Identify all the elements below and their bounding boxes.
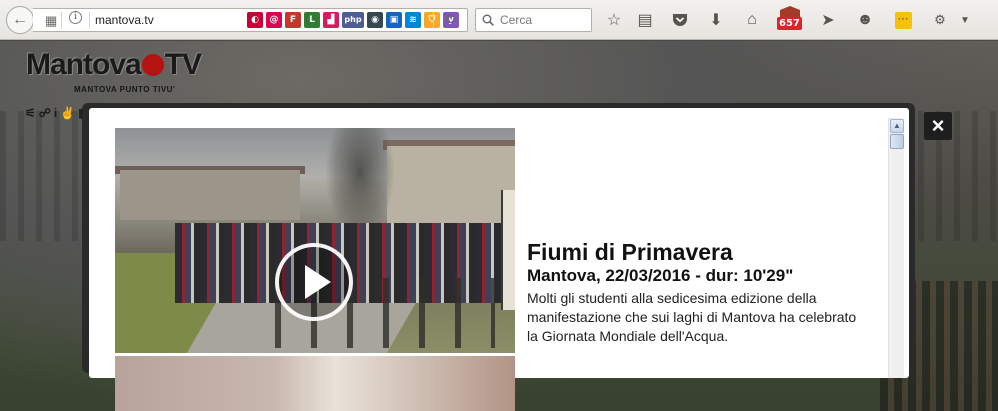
debian-swirl-icon[interactable]: @ [266, 12, 282, 28]
close-button[interactable]: × [924, 112, 952, 140]
reading-list-button[interactable]: ▤ [634, 9, 656, 31]
menu-dropdown-button[interactable]: ▼ [953, 9, 977, 31]
video-meta: Mantova, 22/03/2016 - dur: 10'29" [527, 266, 794, 285]
chat-smiley-icon: ☻ [856, 11, 874, 28]
eye-ext-icon[interactable]: ◉ [367, 12, 383, 28]
puzzle-icon: ⚙ [934, 12, 946, 27]
play-icon [304, 265, 331, 299]
play-button[interactable] [275, 243, 353, 321]
send-icon: ➤ [821, 12, 835, 29]
bookmark-star-button[interactable]: ☆ [603, 9, 625, 31]
puzzle-ext-button[interactable]: ⚙ [929, 9, 951, 31]
rss-icon[interactable]: ⚟ [25, 106, 36, 120]
chat-button[interactable]: ☻ [854, 9, 876, 31]
extension-icons: ◐ @ F L ▟ php ◉ ▣ ≋ ⛉ y [247, 11, 459, 29]
logo-text-left: Mantova [26, 48, 142, 81]
search-input[interactable] [500, 13, 580, 27]
scroll-thumb[interactable] [890, 134, 904, 149]
site-info-icon[interactable]: i [69, 11, 82, 24]
reload-icon: ↻ [443, 11, 457, 28]
search-icon [482, 14, 494, 26]
back-arrow-icon: ← [12, 11, 28, 28]
pocket-icon [673, 14, 687, 26]
video-title: Fiumi di Primavera [527, 239, 733, 265]
back-button[interactable]: ← [6, 6, 34, 34]
blue-ext-icon[interactable]: ▣ [386, 12, 402, 28]
logo-subtitle: MANTOVA PUNTO TIVU' [74, 85, 176, 94]
star-icon: ☆ [606, 12, 622, 29]
close-icon: × [931, 113, 945, 138]
logo-dot [141, 54, 164, 76]
scroll-up-arrow[interactable]: ▲ [890, 119, 904, 133]
send-tab-button[interactable]: ➤ [817, 9, 839, 31]
list-icon: ▤ [637, 12, 653, 29]
notification-badge[interactable]: 657 [777, 6, 803, 32]
tab-groups-icon[interactable]: ▦ [45, 13, 57, 29]
chevron-down-icon: ▼ [960, 14, 970, 26]
video-description: Molti gli studenti alla sedicesima edizi… [527, 290, 857, 344]
link-icon[interactable]: ☍ [39, 106, 51, 120]
debian-icon[interactable]: ◐ [247, 12, 263, 28]
site-logo[interactable]: Mantova TV [26, 48, 202, 82]
l-ext-icon[interactable]: L [304, 12, 320, 28]
search-bar[interactable] [475, 8, 592, 32]
url-text[interactable]: mantova.tv [95, 13, 154, 27]
browser-toolbar: ← ▦ i mantova.tv ◐@FL▟php◉▣≋⛉y ↻ ☆ ▤ ⬇ [0, 0, 998, 40]
php-icon[interactable]: php [342, 12, 364, 28]
info-icon[interactable]: i [54, 106, 57, 120]
home-button[interactable]: ⌂ [741, 9, 763, 31]
download-arrow-icon: ⬇ [709, 12, 723, 29]
pocket-button[interactable] [669, 9, 691, 31]
logo-text-right: TV [164, 48, 202, 81]
downloads-button[interactable]: ⬇ [705, 9, 727, 31]
modal-scrollbar[interactable]: ▲ [888, 118, 904, 378]
yellow-ext-button[interactable]: ⋯ [892, 9, 914, 31]
wave-ext-icon[interactable]: ≋ [405, 12, 421, 28]
reload-button[interactable]: ↻ [438, 10, 462, 30]
ellipsis-ext-icon: ⋯ [894, 11, 912, 29]
identity-box[interactable]: ▦ [39, 12, 91, 30]
f-ext-icon[interactable]: F [285, 12, 301, 28]
notification-count: 657 [777, 17, 802, 30]
url-bar[interactable]: ▦ i mantova.tv ◐ @ F L ▟ php ◉ ▣ ≋ ⛉ y ↻ [33, 8, 468, 32]
home-icon: ⌂ [747, 11, 757, 28]
next-video-thumbnail[interactable] [115, 356, 515, 411]
megaphone-icon[interactable]: ✌ [60, 106, 75, 120]
pink-ext-icon[interactable]: ▟ [323, 12, 339, 28]
